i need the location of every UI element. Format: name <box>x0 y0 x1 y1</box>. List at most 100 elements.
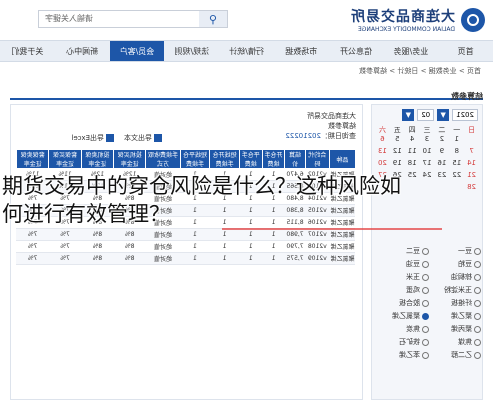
caption-line-1: 期货交易中的穿仓风险是什么？这种风险如 <box>2 174 401 198</box>
export-excel-button[interactable]: 导出Excel <box>71 133 114 143</box>
variety-label: 鸡蛋 <box>406 286 420 294</box>
radio-icon[interactable] <box>474 325 481 333</box>
nav-item-news[interactable]: 新闻中心 <box>55 41 110 61</box>
table-cell: 1 <box>262 252 285 265</box>
variety-option[interactable]: 苯乙烯 <box>377 350 429 360</box>
search-box[interactable]: ⚲ 请输入关键字 <box>38 10 228 28</box>
variety-option[interactable]: 玉米淀粉 <box>429 285 481 295</box>
breadcrumb: 首页 > 业务数据 > 日统计 > 结算参数 <box>359 67 481 75</box>
table-cell: 7,575 <box>284 252 306 265</box>
variety-label: 聚氯乙烯 <box>392 312 420 320</box>
variety-option[interactable]: 豆粕 <box>429 259 481 269</box>
nav-item-market-data[interactable]: 市场数据 <box>274 41 329 61</box>
radio-icon[interactable] <box>422 312 429 320</box>
calendar-day[interactable]: 3 <box>421 135 434 145</box>
variety-option[interactable]: 豆一 <box>429 246 481 256</box>
variety-option[interactable]: 乙二醇 <box>429 350 481 360</box>
variety-option[interactable]: 聚氯乙烯 <box>377 311 429 321</box>
query-date: 20210222 <box>285 132 321 140</box>
month-select[interactable]: 02 <box>417 109 435 121</box>
variety-label: 豆一 <box>458 247 472 255</box>
variety-label: 豆油 <box>406 260 420 268</box>
variety-option[interactable]: 纤维板 <box>429 298 481 308</box>
nav-item-rules[interactable]: 法规/规则 <box>164 41 219 61</box>
variety-option[interactable]: 聚丙烯 <box>429 324 481 334</box>
variety-label: 纤维板 <box>451 299 472 307</box>
calendar-day[interactable]: 8 <box>450 147 463 157</box>
nav-item-quotes[interactable]: 行情/统计 <box>219 41 274 61</box>
variety-option[interactable]: 聚乙烯 <box>429 311 481 321</box>
table-cell: 聚氯乙烯 <box>329 252 356 265</box>
table-cell: 1 <box>239 252 263 265</box>
variety-option[interactable]: 豆二 <box>377 246 429 256</box>
nav-item-business[interactable]: 业务/服务 <box>383 41 438 61</box>
calendar-day[interactable]: 4 <box>406 135 419 145</box>
logo-icon <box>461 7 485 32</box>
search-input[interactable]: 请输入关键字 <box>45 13 93 24</box>
radio-icon[interactable] <box>474 312 481 320</box>
radio-icon[interactable] <box>422 325 429 333</box>
radio-icon[interactable] <box>474 286 481 294</box>
nav-item-members[interactable]: 会员/客户 <box>109 41 165 61</box>
report-info: 大连商品交易所 结算参数 查询日期：20210222 <box>285 111 356 141</box>
calendar-day[interactable]: 6 <box>376 135 389 145</box>
search-icon[interactable]: ⚲ <box>199 11 227 27</box>
variety-option[interactable]: 胶合板 <box>377 298 429 308</box>
panel-title: 结算参数 <box>10 84 483 101</box>
report-name: 结算参数 <box>328 122 356 130</box>
year-select[interactable]: 2021 <box>452 109 478 121</box>
nav-item-home[interactable]: 首页 <box>438 41 493 61</box>
variety-label: 乙二醇 <box>451 351 472 359</box>
radio-icon[interactable] <box>474 273 481 281</box>
variety-option[interactable]: 豆油 <box>377 259 429 269</box>
calendar-day[interactable]: 7 <box>465 147 478 157</box>
report-org: 大连商品交易所 <box>307 112 356 120</box>
weekday-label: 一 <box>453 126 461 134</box>
logo-subtitle: DALIAN COMMODITY EXCHANGE <box>357 26 455 33</box>
radio-icon[interactable] <box>474 351 481 359</box>
export-text-button[interactable]: 导出文本 <box>124 133 162 143</box>
variety-option[interactable]: 铁矿石 <box>377 337 429 347</box>
radio-icon[interactable] <box>422 351 429 359</box>
variety-list: 豆一 豆二 豆粕 豆油棕榈油 玉米玉米淀粉 鸡蛋纤维板 胶合板 聚乙烯 聚氯乙烯聚丙烯 焦炭 焦煤 铁… <box>377 246 481 360</box>
logo-title: 大连商品交易所 <box>350 9 455 25</box>
variety-label: 铁矿石 <box>399 338 420 346</box>
calendar-day[interactable]: 11 <box>406 147 419 157</box>
caption-overlay: 期货交易中的穿仓风险是什么？这种风险如 何进行有效管理？ <box>0 163 493 243</box>
radio-icon[interactable] <box>422 273 429 281</box>
exchange-logo[interactable]: 大连商品交易所 DALIAN COMMODITY EXCHANGE <box>350 6 485 33</box>
variety-label: 玉米 <box>406 273 420 281</box>
calendar-day[interactable]: 10 <box>421 147 434 157</box>
calendar-day[interactable]: 9 <box>435 147 448 157</box>
table-cell: 8% <box>81 252 114 265</box>
calendar-day[interactable]: 13 <box>376 147 389 157</box>
export-text-label: 导出文本 <box>124 134 152 142</box>
variety-option[interactable]: 鸡蛋 <box>377 285 429 295</box>
radio-icon[interactable] <box>422 247 429 255</box>
variety-option[interactable]: 棕榈油 <box>429 272 481 282</box>
variety-option[interactable]: 焦炭 <box>377 324 429 334</box>
radio-icon[interactable] <box>422 286 429 294</box>
radio-icon[interactable] <box>422 338 429 346</box>
calendar-weekdays: 日一二三四五六 <box>372 125 482 135</box>
radio-icon[interactable] <box>474 260 481 268</box>
radio-icon[interactable] <box>422 299 429 307</box>
radio-icon[interactable] <box>422 260 429 268</box>
variety-label: 玉米淀粉 <box>444 286 472 294</box>
chevron-down-icon[interactable]: ▼ <box>402 109 415 121</box>
calendar-day <box>465 135 478 145</box>
calendar-day[interactable]: 5 <box>391 135 404 145</box>
variety-option[interactable]: 玉米 <box>377 272 429 282</box>
table-cell: 8% <box>113 252 146 265</box>
calendar-day[interactable]: 2 <box>435 135 448 145</box>
nav-item-disclosure[interactable]: 信息公开 <box>329 41 384 61</box>
radio-icon[interactable] <box>474 247 481 255</box>
calendar-day[interactable]: 1 <box>450 135 463 145</box>
chevron-down-icon[interactable]: ▼ <box>437 109 450 121</box>
panel-title-text: 结算参数 <box>451 92 483 101</box>
radio-icon[interactable] <box>474 338 481 346</box>
radio-icon[interactable] <box>474 299 481 307</box>
calendar-day[interactable]: 12 <box>391 147 404 157</box>
nav-item-about[interactable]: 关于我们 <box>0 41 55 61</box>
variety-option[interactable]: 焦煤 <box>429 337 481 347</box>
